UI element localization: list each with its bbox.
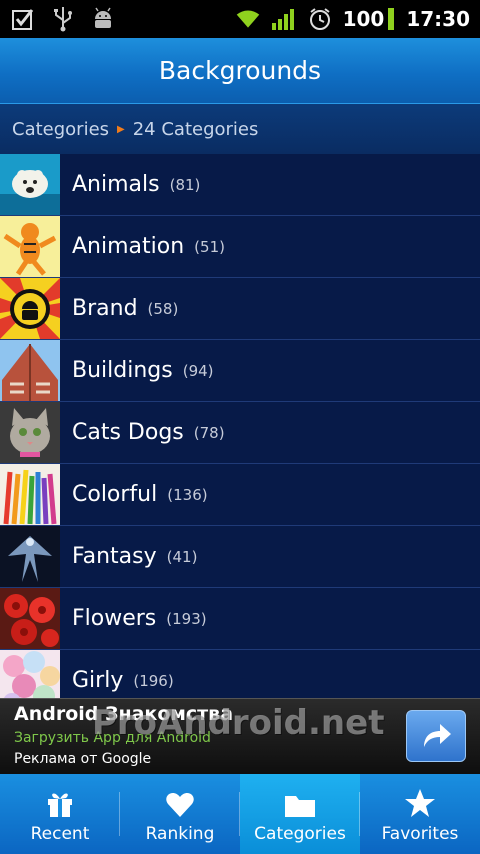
category-count: (196) — [133, 671, 174, 690]
battery-icon — [388, 8, 395, 30]
category-label: Animals — [72, 172, 160, 197]
flowers-thumbnail — [0, 588, 60, 649]
checkbox-icon — [10, 6, 36, 32]
breadcrumb: Categories ▶ 24 Categories — [0, 104, 480, 154]
category-row-girly[interactable]: Girly (196) — [0, 650, 480, 698]
watermark: ProAndroid.net — [92, 703, 385, 743]
breadcrumb-root[interactable]: Categories — [12, 119, 109, 140]
alarm-icon — [307, 6, 333, 32]
category-count: (193) — [166, 609, 207, 628]
category-row-brand[interactable]: Brand (58) — [0, 278, 480, 340]
category-row-animation[interactable]: Animation (51) — [0, 216, 480, 278]
category-row-colorful[interactable]: Colorful (136) — [0, 464, 480, 526]
category-list[interactable]: Animals (81) Animation (51) Brand (58) B… — [0, 154, 480, 698]
category-row-flowers[interactable]: Flowers (193) — [0, 588, 480, 650]
category-row-fantasy[interactable]: Fantasy (41) — [0, 526, 480, 588]
category-count: (51) — [194, 237, 225, 256]
category-label: Animation — [72, 234, 185, 259]
folder-icon — [285, 796, 315, 817]
tab-label: Recent — [30, 824, 90, 844]
buildings-thumbnail — [0, 340, 60, 401]
clock: 17:30 — [406, 7, 470, 31]
fantasy-thumbnail — [0, 526, 60, 587]
category-row-buildings[interactable]: Buildings (94) — [0, 340, 480, 402]
page-title: Backgrounds — [158, 56, 322, 85]
brand-thumbnail — [0, 278, 60, 339]
category-label: Cats Dogs — [72, 420, 184, 445]
tab-ranking[interactable]: Ranking — [120, 774, 240, 854]
tab-label: Ranking — [145, 824, 215, 844]
category-count: (78) — [193, 423, 225, 442]
colorful-thumbnail — [0, 464, 60, 525]
girly-thumbnail — [0, 650, 60, 698]
category-label: Fantasy — [72, 544, 157, 569]
battery-level: 100 — [342, 7, 385, 31]
star-icon — [405, 789, 435, 817]
category-count: (94) — [182, 361, 214, 380]
share-arrow-icon — [424, 724, 451, 747]
category-count: (136) — [167, 485, 208, 504]
category-label: Brand — [72, 296, 138, 321]
gift-icon — [48, 793, 72, 817]
heart-icon — [166, 793, 194, 817]
ad-banner[interactable]: Android Знакомства Загрузить App для And… — [0, 698, 480, 774]
category-count: (58) — [147, 299, 179, 318]
tab-label: Categories — [254, 824, 346, 844]
category-row-animals[interactable]: Animals (81) — [0, 154, 480, 216]
status-bar: 100 17:30 — [0, 0, 480, 38]
tab-recent[interactable]: Recent — [0, 774, 120, 854]
category-label: Flowers — [72, 606, 157, 631]
wifi-icon — [235, 6, 261, 32]
usb-icon — [50, 6, 76, 32]
ad-open-button[interactable] — [406, 710, 466, 762]
tab-label: Favorites — [381, 824, 459, 844]
signal-icon — [271, 6, 297, 32]
android-debug-icon — [90, 6, 116, 32]
category-label: Colorful — [72, 482, 158, 507]
category-row-cats-dogs[interactable]: Cats Dogs (78) — [0, 402, 480, 464]
title-bar: Backgrounds — [0, 38, 480, 104]
breadcrumb-current: 24 Categories — [132, 118, 259, 140]
animals-thumbnail — [0, 154, 60, 215]
animation-thumbnail — [0, 216, 60, 277]
category-label: Buildings — [72, 358, 173, 383]
ad-source: Реклама от Google — [14, 751, 152, 767]
category-count: (81) — [169, 175, 201, 194]
tab-favorites[interactable]: Favorites — [360, 774, 480, 854]
tab-categories[interactable]: Categories — [240, 774, 360, 854]
category-label: Girly — [72, 668, 124, 693]
breadcrumb-separator-icon: ▶ — [117, 123, 125, 135]
cats-dogs-thumbnail — [0, 402, 60, 463]
category-count: (41) — [166, 547, 198, 566]
bottom-tab-bar: Recent Ranking Categories Favorites — [0, 774, 480, 854]
